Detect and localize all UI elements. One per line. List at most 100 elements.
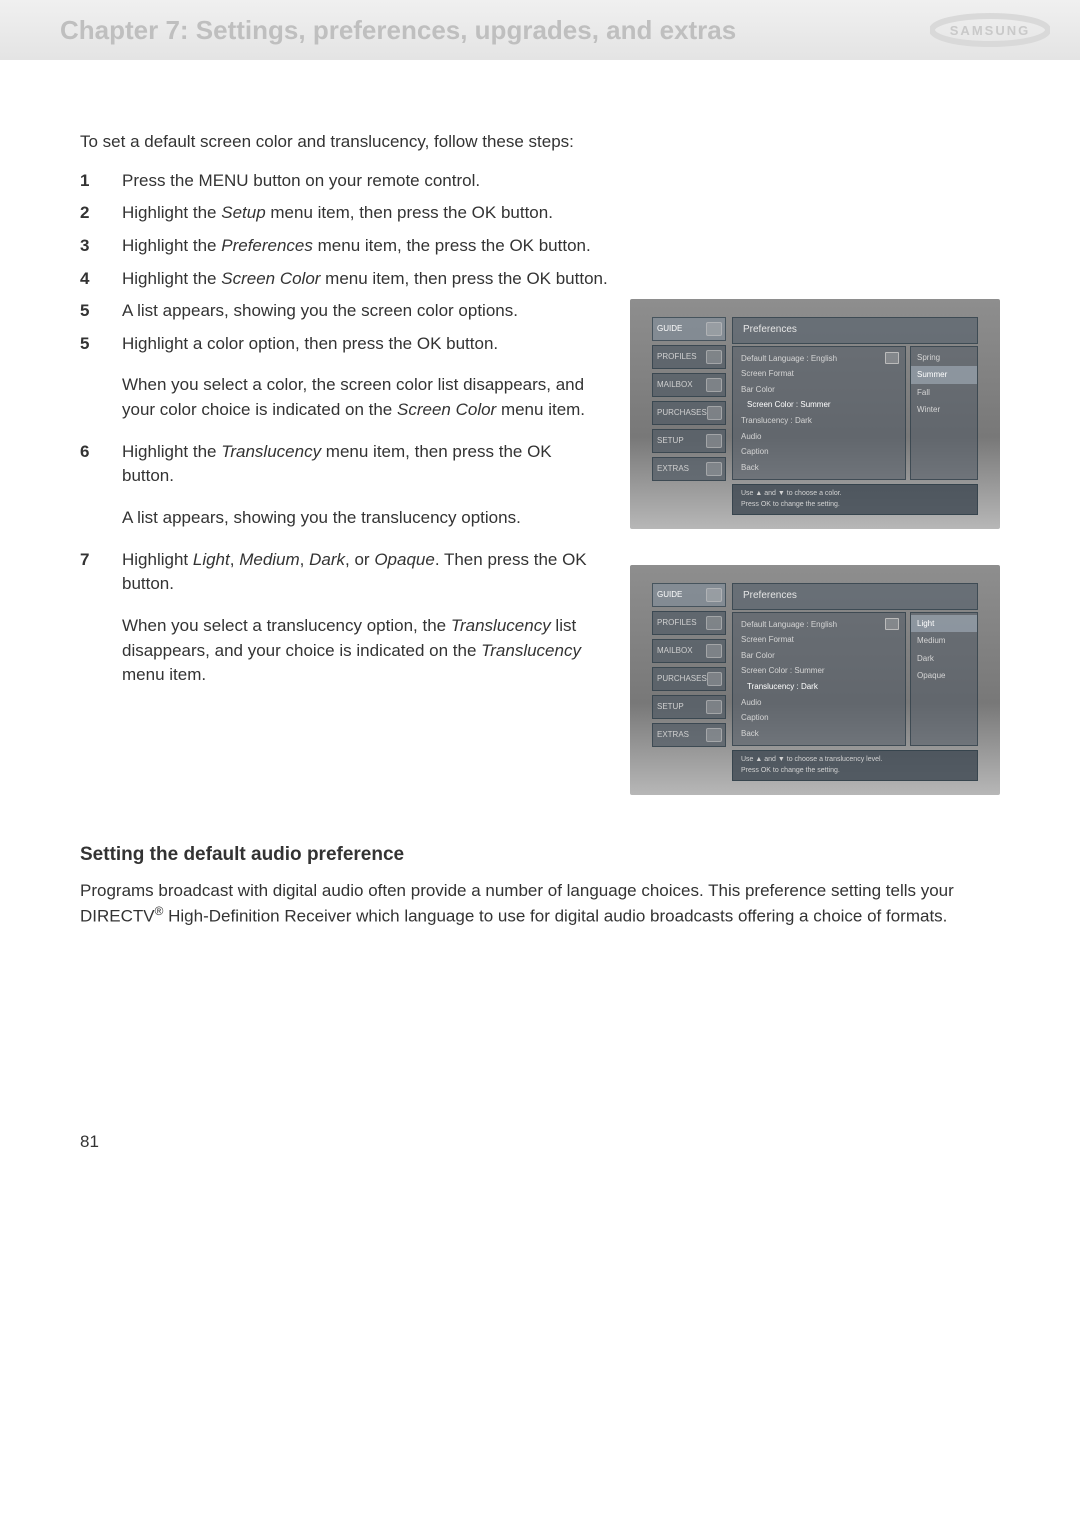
step-2-text: Highlight the Setup menu item, then pres…: [122, 201, 1000, 226]
tv2-menu-sf: Screen Format: [741, 634, 897, 646]
page-content: To set a default screen color and transl…: [0, 60, 1080, 1194]
page: Chapter 7: Settings, preferences, upgrad…: [0, 0, 1080, 1194]
tv2-hint: Use ▲ and ▼ to choose a translucency lev…: [732, 750, 978, 780]
tv1-main: Preferences Default Language : English S…: [732, 317, 978, 505]
tv1-panel-body: Default Language : English Screen Format…: [732, 346, 978, 481]
tv2-menu-bc: Bar Color: [741, 650, 897, 662]
tv1-menu-lang: Default Language : English: [741, 353, 897, 365]
step-4-text: Highlight the Screen Color menu item, th…: [122, 267, 1000, 292]
step-2-italic: Setup: [221, 203, 265, 222]
step-5-p: When you select a color, the screen colo…: [122, 373, 606, 422]
tv1-sidebar-guide: GUIDE: [652, 317, 726, 341]
profiles-icon: [706, 350, 722, 364]
step-7-pre: Highlight: [122, 550, 193, 569]
step-6: Highlight the Translucency menu item, th…: [80, 440, 606, 531]
tv2-opt-opaque: Opaque: [911, 667, 977, 685]
profiles-icon: [706, 616, 722, 630]
page-number: 81: [80, 1130, 1000, 1155]
section-body-audio: Programs broadcast with digital audio of…: [80, 879, 1000, 930]
tv2-sidebar-setup: SETUP: [652, 695, 726, 719]
brand-text: SAMSUNG: [950, 23, 1030, 38]
tv1-menu-back: Back: [741, 462, 897, 474]
step-2-pre: Highlight the: [122, 203, 221, 222]
tv2-panel-title: Preferences: [732, 583, 978, 610]
tv1-hint: Use ▲ and ▼ to choose a color. Press OK …: [732, 484, 978, 514]
tv2-sidebar-setup-label: SETUP: [657, 701, 684, 713]
tv1-menu-tr: Translucency : Dark: [741, 415, 897, 427]
step-6-p: A list appears, showing you the transluc…: [122, 506, 606, 531]
tv1-menu-sc: Screen Color : Summer: [741, 399, 897, 411]
chapter-title: Chapter 7: Settings, preferences, upgrad…: [60, 15, 930, 46]
step-7-i3: Dark: [309, 550, 345, 569]
tv1-sidebar-guide-label: GUIDE: [657, 323, 682, 335]
guide-icon: [706, 322, 722, 336]
tv-icon: [885, 618, 899, 630]
tv2-sidebar-purchases-label: PURCHASES: [657, 673, 707, 685]
tv1-sidebar-purchases-label: PURCHASES: [657, 407, 707, 419]
tv2-inner: GUIDE PROFILES MAILBOX PURCHASES SETUP E…: [652, 583, 978, 771]
tv1-menu-au: Audio: [741, 431, 897, 443]
step-7-p-pre: When you select a translucency option, t…: [122, 616, 451, 635]
tv2-menu-au: Audio: [741, 697, 897, 709]
tv1-sidebar-purchases: PURCHASES: [652, 401, 726, 425]
page-header: Chapter 7: Settings, preferences, upgrad…: [0, 0, 1080, 60]
tv2-hint2: Press OK to change the setting.: [741, 766, 969, 776]
tv1-inner: GUIDE PROFILES MAILBOX PURCHASES SETUP E…: [652, 317, 978, 505]
step-7: Highlight Light, Medium, Dark, or Opaque…: [80, 548, 606, 688]
tv2-opt-light: Light: [911, 615, 977, 633]
tv1-opt-winter: Winter: [911, 401, 977, 419]
step-7-c3: , or: [345, 550, 374, 569]
step-4-post: menu item, then press the OK button.: [320, 269, 607, 288]
tv2-menu-sc: Screen Color : Summer: [741, 665, 897, 677]
tv1-sidebar-setup: SETUP: [652, 429, 726, 453]
tv1-menu: Default Language : English Screen Format…: [732, 346, 906, 481]
step-7-i1: Light: [193, 550, 230, 569]
tv1-menu-cap: Caption: [741, 446, 897, 458]
section-heading-audio: Setting the default audio preference: [80, 841, 1000, 869]
two-column-region: A list appears, showing you the screen c…: [80, 299, 1000, 795]
step-3: Highlight the Preferences menu item, the…: [80, 234, 1000, 259]
step-6-pre: Highlight the: [122, 442, 221, 461]
left-column: A list appears, showing you the screen c…: [80, 299, 606, 705]
tv2-sidebar-profiles: PROFILES: [652, 611, 726, 635]
steps-list-5-7: Highlight a color option, then press the…: [80, 332, 606, 688]
tv1-sidebar-mailbox: MAILBOX: [652, 373, 726, 397]
tv-icon: [885, 352, 899, 364]
tv2-sidebar: GUIDE PROFILES MAILBOX PURCHASES SETUP E…: [652, 583, 726, 771]
step-4-pre: Highlight the: [122, 269, 221, 288]
tv2-menu-tr: Translucency : Dark: [741, 681, 897, 693]
step-4-p: A list appears, showing you the screen c…: [122, 299, 606, 324]
setup-icon: [706, 700, 722, 714]
brand-logo: SAMSUNG: [930, 9, 1050, 51]
tv2-sidebar-profiles-label: PROFILES: [657, 617, 697, 629]
tv-screenshot-translucency: GUIDE PROFILES MAILBOX PURCHASES SETUP E…: [630, 565, 1000, 795]
step-4-continuation: A list appears, showing you the screen c…: [80, 299, 606, 324]
extras-icon: [706, 728, 722, 742]
step-5: Highlight a color option, then press the…: [80, 332, 606, 423]
tv2-menu-lang: Default Language : English: [741, 619, 897, 631]
right-column: GUIDE PROFILES MAILBOX PURCHASES SETUP E…: [630, 299, 1000, 795]
tv1-submenu: Spring Summer Fall Winter: [910, 346, 978, 481]
guide-icon: [706, 588, 722, 602]
tv2-sidebar-mailbox-label: MAILBOX: [657, 645, 693, 657]
tv2-submenu: Light Medium Dark Opaque: [910, 612, 978, 747]
steps-list-continued: A list appears, showing you the screen c…: [80, 299, 606, 324]
purchases-icon: [707, 672, 722, 686]
step-1: Press the MENU button on your remote con…: [80, 169, 1000, 194]
step-7-c2: ,: [300, 550, 309, 569]
step-7-p-i2: Translucency: [481, 641, 581, 660]
step-5-text: Highlight a color option, then press the…: [122, 332, 606, 357]
tv1-panel-title: Preferences: [732, 317, 978, 344]
steps-list: Press the MENU button on your remote con…: [80, 169, 1000, 292]
tv2-menu: Default Language : English Screen Format…: [732, 612, 906, 747]
tv2-main: Preferences Default Language : English S…: [732, 583, 978, 771]
step-1-text: Press the MENU button on your remote con…: [122, 169, 1000, 194]
tv1-opt-summer: Summer: [911, 366, 977, 384]
step-7-i4: Opaque: [374, 550, 435, 569]
intro-text: To set a default screen color and transl…: [80, 130, 1000, 155]
tv1-sidebar-extras-label: EXTRAS: [657, 463, 689, 475]
step-7-p-i: Translucency: [451, 616, 551, 635]
tv1-hint1: Use ▲ and ▼ to choose a color.: [741, 489, 969, 499]
step-7-p: When you select a translucency option, t…: [122, 614, 606, 688]
step-3-pre: Highlight the: [122, 236, 221, 255]
